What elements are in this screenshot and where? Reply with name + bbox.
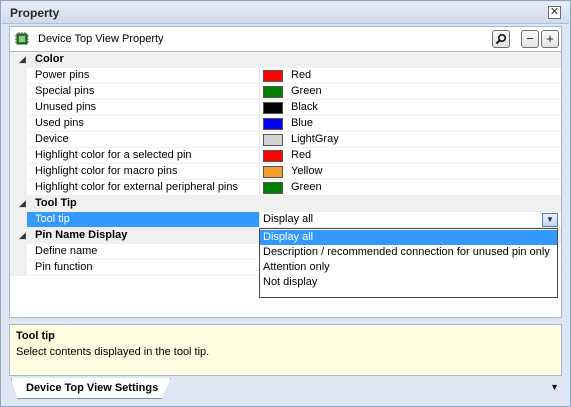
description-text: Select contents displayed in the tool ti… [16,346,210,358]
close-icon[interactable]: ✕ [548,6,561,19]
collapse-arrow-icon[interactable]: ◢ [19,230,26,241]
dropdown-option-description[interactable]: Description / recommended connection for… [260,245,557,260]
expand-all-button[interactable]: + [541,30,559,48]
category-label: Tool Tip [35,197,77,209]
property-panel: Property ✕ Device Top View Property − + … [0,0,571,407]
property-value[interactable]: Green [291,85,322,97]
color-swatch [263,134,283,146]
property-row-highlight-selected-pin[interactable]: Highlight color for a selected pin Red [10,148,561,164]
property-name: Pin function [35,261,93,273]
color-swatch [263,86,283,98]
property-name: Highlight color for external peripheral … [35,181,238,193]
search-icon [495,33,507,45]
property-toolbar: Device Top View Property − + [9,26,562,52]
property-row-tool-tip[interactable]: Tool tip Display all ▼ [10,212,561,228]
property-name: Highlight color for macro pins [35,165,178,177]
category-label: Color [35,53,64,65]
collapse-arrow-icon[interactable]: ◢ [19,54,26,65]
property-row-device[interactable]: Device LightGray [10,132,561,148]
property-name: Special pins [35,85,95,97]
property-row-highlight-external-pins[interactable]: Highlight color for external peripheral … [10,180,561,196]
property-row-power-pins[interactable]: Power pins Red [10,68,561,84]
color-swatch [263,102,283,114]
property-value[interactable]: Yellow [291,165,322,177]
property-row-used-pins[interactable]: Used pins Blue [10,116,561,132]
toolbar-title: Device Top View Property [38,33,164,45]
device-chip-icon [15,32,29,45]
color-swatch [263,166,283,178]
description-pane: Tool tip Select contents displayed in th… [9,324,562,376]
description-title: Tool tip [16,330,55,342]
tab-strip: Device Top View Settings ▼ [2,378,569,405]
property-name: Unused pins [35,101,97,113]
tab-menu-chevron-icon[interactable]: ▼ [550,382,559,392]
color-swatch [263,182,283,194]
property-value[interactable]: Blue [291,117,313,129]
dropdown-option-not-display[interactable]: Not display [260,275,557,290]
dropdown-arrow-icon[interactable]: ▼ [542,213,558,227]
property-name: Define name [35,245,98,257]
color-swatch [263,70,283,82]
color-swatch [263,118,283,130]
property-name: Highlight color for a selected pin [35,149,192,161]
property-row-highlight-macro-pins[interactable]: Highlight color for macro pins Yellow [10,164,561,180]
tooltip-dropdown-list: Display all Description / recommended co… [259,228,558,298]
category-label: Pin Name Display [35,229,128,241]
panel-title: Property [10,6,60,20]
property-value[interactable]: Green [291,181,322,193]
property-name: Device [35,133,69,145]
property-value[interactable]: LightGray [291,133,339,145]
property-name: Tool tip [35,213,70,225]
collapse-arrow-icon[interactable]: ◢ [19,198,26,209]
property-value[interactable]: Black [291,101,318,113]
tab-device-top-view-settings[interactable]: Device Top View Settings [11,378,171,399]
property-value[interactable]: Red [291,69,311,81]
dropdown-option-attention-only[interactable]: Attention only [260,260,557,275]
property-row-special-pins[interactable]: Special pins Green [10,84,561,100]
property-row-unused-pins[interactable]: Unused pins Black [10,100,561,116]
category-tool-tip[interactable]: ◢ Tool Tip [10,196,561,212]
collapse-all-button[interactable]: − [521,30,539,48]
category-color[interactable]: ◢ Color [10,52,561,68]
property-value[interactable]: Red [291,149,311,161]
dropdown-option-display-all[interactable]: Display all [260,230,557,245]
panel-titlebar: Property ✕ [2,2,569,24]
property-name: Used pins [35,117,84,129]
color-swatch [263,150,283,162]
tooltip-select-value[interactable]: Display all [263,213,313,225]
property-name: Power pins [35,69,90,81]
search-button[interactable] [492,30,510,48]
tab-label: Device Top View Settings [26,382,159,394]
